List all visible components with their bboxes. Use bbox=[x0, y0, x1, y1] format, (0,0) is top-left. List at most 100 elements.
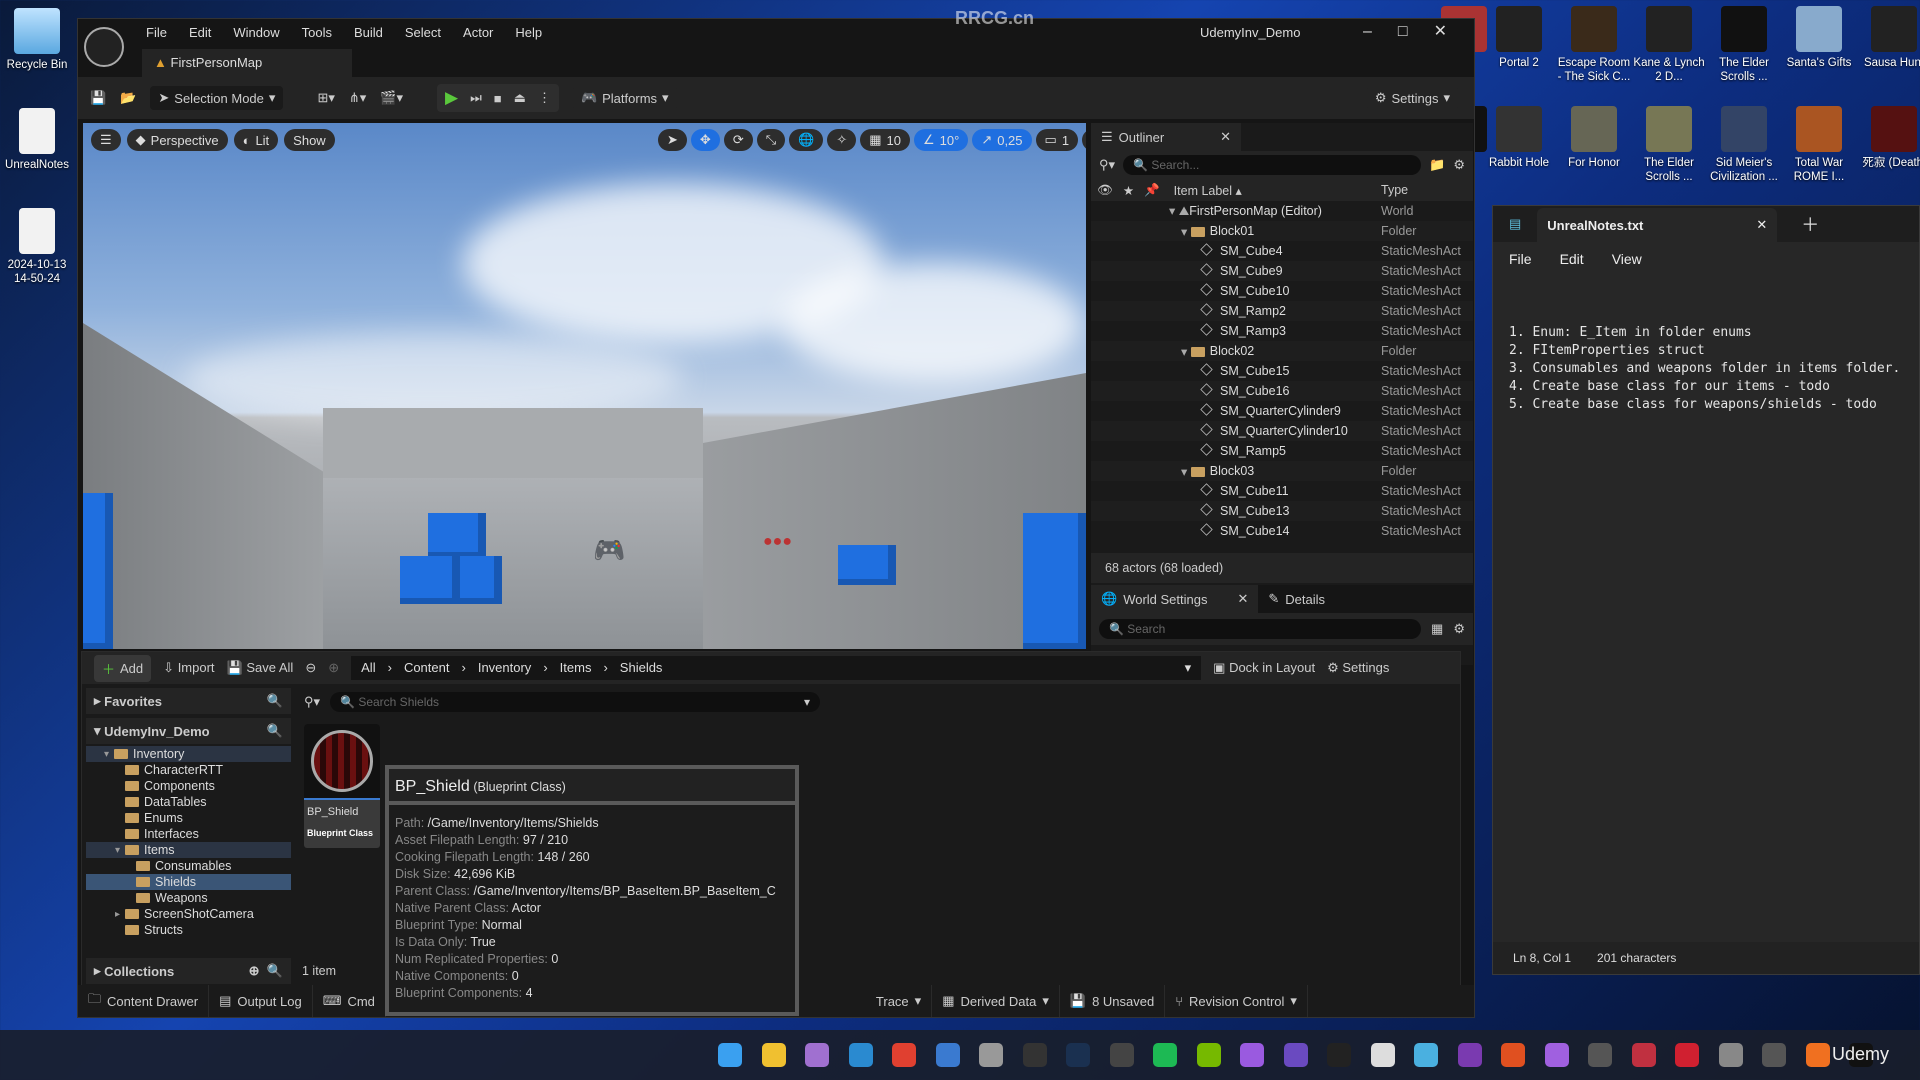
outliner-row[interactable]: SM_QuarterCylinder10StaticMeshActor bbox=[1091, 421, 1473, 441]
translate-tool[interactable]: ✥ bbox=[690, 129, 720, 151]
folder-tree-item[interactable]: ▾ Items bbox=[86, 842, 291, 858]
desktop-shortcut[interactable]: Rabbit Hole bbox=[1482, 106, 1556, 170]
desktop-icon-unrealnotes[interactable]: UnrealNotes bbox=[0, 108, 74, 172]
play-button[interactable]: ▶ bbox=[445, 88, 458, 108]
back-button[interactable]: ⊖ bbox=[305, 660, 316, 676]
store-icon[interactable] bbox=[935, 1043, 960, 1067]
history-dropdown[interactable]: ▾ bbox=[1185, 660, 1192, 676]
pin-icon[interactable]: 📌 bbox=[1144, 183, 1160, 198]
item-label-column[interactable]: Item Label ▴ bbox=[1174, 183, 1242, 198]
new-tab-button[interactable]: ＋ bbox=[1801, 211, 1819, 237]
visual-studio-icon[interactable] bbox=[1240, 1043, 1264, 1067]
crumb-shields[interactable]: Shields bbox=[620, 660, 663, 676]
outliner-search-input[interactable]: 🔍 Search... bbox=[1123, 155, 1422, 175]
unity-icon[interactable] bbox=[1370, 1043, 1395, 1067]
folder-tree-item[interactable]: ▸ ScreenShotCamera bbox=[86, 906, 291, 922]
outliner-row[interactable]: ▾ Block02 Folder bbox=[1091, 341, 1473, 361]
app-icon[interactable] bbox=[805, 1043, 829, 1067]
details-tab[interactable]: ✎ Details bbox=[1258, 585, 1336, 613]
step-button[interactable]: ⏭ bbox=[470, 90, 482, 106]
folder-tree-item[interactable]: Components bbox=[86, 778, 291, 794]
dock-in-layout-button[interactable]: ▣ Dock in Layout bbox=[1213, 660, 1315, 676]
settings-icon[interactable]: ⚙ bbox=[1453, 621, 1465, 637]
details-search-input[interactable]: 🔍 Search bbox=[1099, 619, 1422, 639]
steam-icon[interactable] bbox=[1066, 1043, 1090, 1067]
favorite-icon[interactable]: ★ bbox=[1123, 183, 1134, 198]
outliner-row[interactable]: SM_Ramp5StaticMeshActor bbox=[1091, 441, 1473, 461]
firefox-icon[interactable] bbox=[1805, 1043, 1830, 1067]
outliner-row[interactable]: SM_Cube16StaticMeshActor bbox=[1091, 381, 1473, 401]
app-icon[interactable] bbox=[1718, 1043, 1743, 1067]
outliner-row[interactable]: SM_Cube14StaticMeshActor bbox=[1091, 521, 1473, 541]
desktop-shortcut[interactable]: 死寂 (Deathl bbox=[1857, 106, 1920, 170]
platforms-dropdown[interactable]: 🎮 Platforms ▾ bbox=[572, 86, 677, 110]
menu-edit[interactable]: Edit bbox=[189, 25, 211, 40]
edge-icon[interactable] bbox=[848, 1043, 873, 1067]
show-button[interactable]: Show bbox=[284, 129, 335, 151]
cinematics-icon[interactable]: 🎬▾ bbox=[380, 90, 403, 106]
menu-build[interactable]: Build bbox=[354, 25, 383, 40]
perspective-button[interactable]: ◆ Perspective bbox=[126, 129, 228, 151]
scale-tool[interactable]: ⤡ bbox=[756, 129, 786, 151]
desktop-shortcut[interactable]: The Elder Scrolls ... bbox=[1632, 106, 1706, 184]
filter-icon[interactable]: ⚲▾ bbox=[304, 694, 320, 710]
menu-file[interactable]: File bbox=[146, 25, 167, 40]
terminal-icon[interactable] bbox=[1022, 1043, 1047, 1067]
chrome-icon[interactable] bbox=[892, 1043, 916, 1067]
world-local-toggle[interactable]: 🌐 bbox=[789, 129, 824, 151]
filter-icon[interactable]: ⚲▾ bbox=[1099, 157, 1115, 173]
app-icon[interactable] bbox=[1544, 1043, 1569, 1067]
close-tab-icon[interactable]: ✕ bbox=[1220, 129, 1231, 145]
outliner-row[interactable]: ▾ Block01 Folder bbox=[1091, 221, 1473, 241]
desktop-shortcut[interactable]: Sausa Hunt bbox=[1857, 6, 1920, 70]
search-icon[interactable]: 🔍 bbox=[267, 693, 283, 709]
folder-tree-item[interactable]: Shields bbox=[86, 874, 291, 890]
project-section[interactable]: ▾ UdemyInv_Demo 🔍 bbox=[86, 718, 291, 744]
outliner-row[interactable]: SM_Cube10StaticMeshActor bbox=[1091, 281, 1473, 301]
lit-button[interactable]: ◐ Lit bbox=[233, 129, 279, 151]
outliner-tab[interactable]: ☰ Outliner ✕ bbox=[1091, 123, 1241, 151]
outliner-row[interactable]: ▾ Block03 Folder bbox=[1091, 461, 1473, 481]
outliner-row[interactable]: SM_Cube11StaticMeshActor bbox=[1091, 481, 1473, 501]
favorites-section[interactable]: ▸ Favorites 🔍 bbox=[86, 688, 291, 714]
cmd-button[interactable]: ⌨ Cmd bbox=[313, 985, 386, 1017]
desktop-icon-video[interactable]: 2024-10-13 14-50-24 bbox=[0, 208, 74, 286]
save-icon[interactable]: 💾 bbox=[90, 90, 106, 106]
menu-file[interactable]: File bbox=[1509, 251, 1532, 267]
forward-button[interactable]: ⊕ bbox=[328, 660, 339, 676]
obs-icon[interactable] bbox=[1109, 1043, 1134, 1067]
save-all-button[interactable]: 💾 Save All bbox=[227, 660, 294, 676]
type-column[interactable]: Type bbox=[1381, 183, 1408, 197]
table-view-icon[interactable]: ▦ bbox=[1431, 621, 1443, 637]
eject-button[interactable]: ⏏ bbox=[514, 90, 526, 106]
visual-studio-alt-icon[interactable] bbox=[1283, 1043, 1308, 1067]
viewport-menu-button[interactable]: ☰ bbox=[91, 129, 121, 151]
derived-data-button[interactable]: ▦ Derived Data ▾ bbox=[932, 985, 1060, 1017]
import-button[interactable]: ⇩ Import bbox=[163, 660, 214, 676]
asset-tile-bp-shield[interactable]: BP_Shield Blueprint Class bbox=[304, 724, 380, 848]
outliner-row[interactable]: SM_Cube15StaticMeshActor bbox=[1091, 361, 1473, 381]
notepad-icon[interactable] bbox=[1414, 1043, 1438, 1067]
surface-snap[interactable]: ✧ bbox=[827, 129, 857, 151]
outliner-row[interactable]: ▾ ⛰ FirstPersonMap (Editor) World bbox=[1091, 201, 1473, 221]
folder-tree-item[interactable]: Consumables bbox=[86, 858, 291, 874]
app-icon[interactable] bbox=[1588, 1043, 1612, 1067]
epic-games-icon[interactable] bbox=[1327, 1043, 1351, 1067]
desktop-shortcut[interactable]: Kane & Lynch 2 D... bbox=[1632, 6, 1706, 84]
folder-tree-item[interactable]: Weapons bbox=[86, 890, 291, 906]
add-button[interactable]: ＋ Add bbox=[94, 654, 152, 682]
folder-tree-item[interactable]: Enums bbox=[86, 810, 291, 826]
rotate-tool[interactable]: ⟳ bbox=[723, 129, 753, 151]
angle-snap[interactable]: ∠ 10° bbox=[913, 129, 969, 151]
add-actor-icon[interactable]: ⊞▾ bbox=[317, 90, 334, 106]
menu-select[interactable]: Select bbox=[405, 25, 441, 40]
outliner-row[interactable]: SM_Cube4StaticMeshActor bbox=[1091, 241, 1473, 261]
notepad-text-area[interactable]: 1. Enum: E_Item in folder enums 2. FItemP… bbox=[1509, 324, 1900, 414]
close-tab-icon[interactable]: ✕ bbox=[1756, 217, 1767, 233]
desktop-icon-recycle-bin[interactable]: Recycle Bin bbox=[0, 8, 74, 72]
stop-button[interactable]: ■ bbox=[494, 91, 502, 106]
desktop-shortcut[interactable]: For Honor bbox=[1557, 106, 1631, 170]
level-tab[interactable]: ▲ FirstPersonMap bbox=[142, 49, 352, 77]
app-icon[interactable] bbox=[1675, 1043, 1699, 1067]
search-icon[interactable]: 🔍 bbox=[267, 723, 283, 739]
